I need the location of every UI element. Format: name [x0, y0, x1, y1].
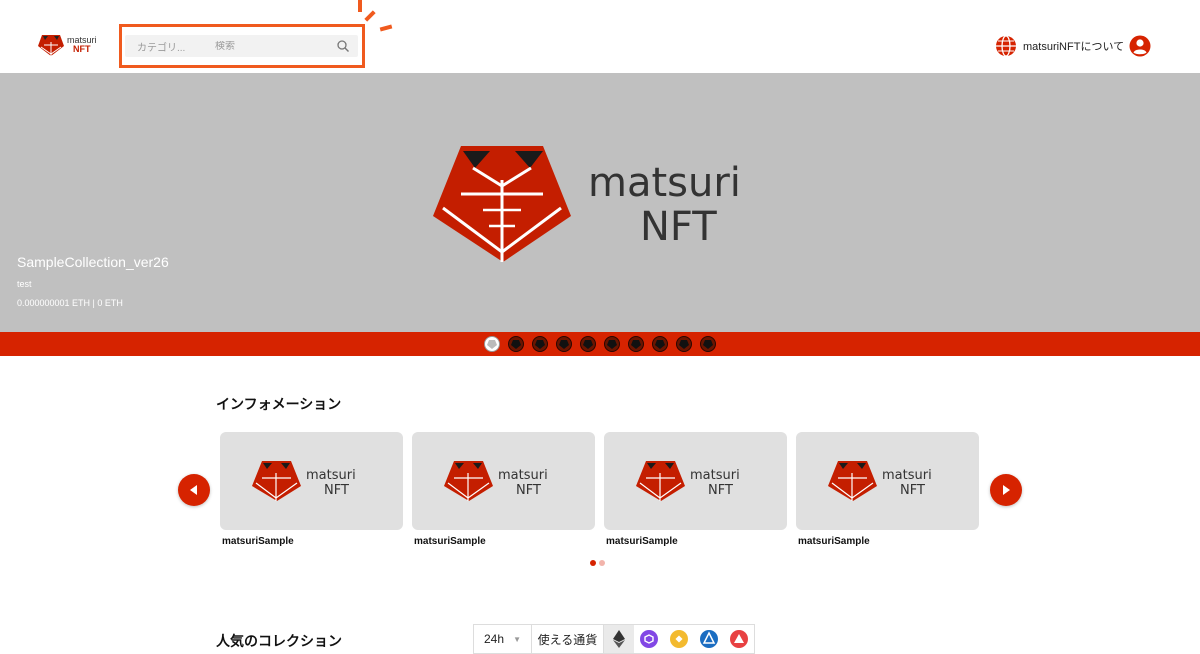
mascot-icon: [487, 339, 497, 349]
arrow-left-icon: [190, 485, 197, 495]
coin-ethereum[interactable]: [604, 625, 634, 653]
logo-sub: NFT: [73, 44, 91, 54]
search-bar[interactable]: カテゴリ...: [125, 35, 358, 57]
carousel-next-button[interactable]: [990, 474, 1022, 506]
slide-dot[interactable]: [580, 336, 596, 352]
logo-word: matsuri: [690, 468, 740, 483]
logo-word: matsuri: [498, 468, 548, 483]
info-card[interactable]: matsuri NFT: [604, 432, 787, 530]
logo-sub: NFT: [900, 483, 925, 498]
bnb-icon: [670, 630, 688, 648]
mascot-icon: [511, 339, 521, 349]
ethereum-icon: [613, 630, 625, 648]
svg-text:NFT: NFT: [640, 204, 717, 250]
hero-collection-subtitle: test: [17, 279, 32, 289]
slide-dot[interactable]: [604, 336, 620, 352]
coin-astar[interactable]: [694, 625, 724, 653]
pager-dot[interactable]: [599, 560, 605, 566]
slide-dot[interactable]: [628, 336, 644, 352]
info-card[interactable]: matsuri NFT: [220, 432, 403, 530]
site-header: matsuri NFT カテゴリ... matsuriNFTについて: [0, 0, 1200, 73]
mascot-icon: [631, 339, 641, 349]
arrow-right-icon: [1003, 485, 1010, 495]
hero-banner[interactable]: matsuri NFT SampleCollection_ver26 test …: [0, 73, 1200, 332]
astar-icon: [700, 630, 718, 648]
logo-word: matsuri: [306, 468, 356, 483]
collection-filter-bar: 24h ▼ 使える通貨: [473, 624, 755, 654]
mascot-icon: [583, 339, 593, 349]
matsuri-nft-logo: matsuriNFT: [827, 461, 932, 501]
mascot-icon: [607, 339, 617, 349]
category-select[interactable]: カテゴリ...: [137, 39, 215, 54]
slide-dot[interactable]: [508, 336, 524, 352]
hero-collection-title: SampleCollection_ver26: [17, 254, 169, 270]
chevron-down-icon: ▼: [513, 634, 521, 644]
mascot-icon: [655, 339, 665, 349]
information-heading: インフォメーション: [216, 396, 342, 412]
logo-word: matsuri: [882, 468, 932, 483]
search-input[interactable]: [215, 40, 325, 52]
period-select[interactable]: 24h ▼: [474, 625, 532, 653]
coin-polygon[interactable]: [634, 625, 664, 653]
mascot-icon: [535, 339, 545, 349]
currency-label: 使える通貨: [532, 625, 604, 653]
popular-collections-heading: 人気のコレクション: [216, 633, 342, 649]
matsuri-nft-logo: matsuri NFT: [433, 146, 741, 262]
pager-dot[interactable]: [590, 560, 596, 566]
info-card[interactable]: matsuri NFT: [412, 432, 595, 530]
carousel-pager: [590, 560, 605, 566]
info-card-label[interactable]: matsuriSample: [798, 536, 870, 547]
globe-icon: [996, 35, 1016, 57]
matsuri-nft-logo: matsuriNFT: [443, 461, 548, 501]
slide-dot[interactable]: [556, 336, 572, 352]
svg-text:matsuri: matsuri: [588, 160, 741, 206]
carousel-prev-button[interactable]: [178, 474, 210, 506]
mascot-icon: [703, 339, 713, 349]
hero-collection-price: 0.000000001 ETH | 0 ETH: [17, 298, 123, 308]
coin-bnb[interactable]: [664, 625, 694, 653]
info-card-label[interactable]: matsuriSample: [606, 536, 678, 547]
site-logo[interactable]: matsuri NFT: [38, 32, 102, 58]
info-card-label[interactable]: matsuriSample: [414, 536, 486, 547]
user-account-icon[interactable]: [1129, 35, 1151, 57]
avalanche-icon: [730, 630, 748, 648]
logo-sub: NFT: [516, 483, 541, 498]
info-card[interactable]: matsuri NFT: [796, 432, 979, 530]
logo-sub: NFT: [324, 483, 349, 498]
mascot-icon: [679, 339, 689, 349]
matsuri-nft-logo: matsuriNFT: [251, 461, 356, 501]
hero-slide-indicator: [0, 332, 1200, 356]
slide-dot[interactable]: [676, 336, 692, 352]
slide-dot[interactable]: [484, 336, 500, 352]
about-link[interactable]: matsuriNFTについて: [995, 35, 1124, 57]
highlight-burst-icon: [358, 0, 393, 32]
slide-dot[interactable]: [532, 336, 548, 352]
period-value: 24h: [484, 632, 505, 646]
matsuri-nft-logo: matsuriNFT: [635, 461, 740, 501]
logo-sub: NFT: [708, 483, 733, 498]
slide-dot[interactable]: [652, 336, 668, 352]
matsuri-mascot-icon: [38, 35, 64, 56]
coin-avalanche[interactable]: [724, 625, 754, 653]
about-link-label: matsuriNFTについて: [1023, 41, 1125, 53]
slide-dot[interactable]: [700, 336, 716, 352]
polygon-icon: [640, 630, 658, 648]
info-card-label[interactable]: matsuriSample: [222, 536, 294, 547]
mascot-icon: [559, 339, 569, 349]
search-icon[interactable]: [336, 39, 350, 53]
